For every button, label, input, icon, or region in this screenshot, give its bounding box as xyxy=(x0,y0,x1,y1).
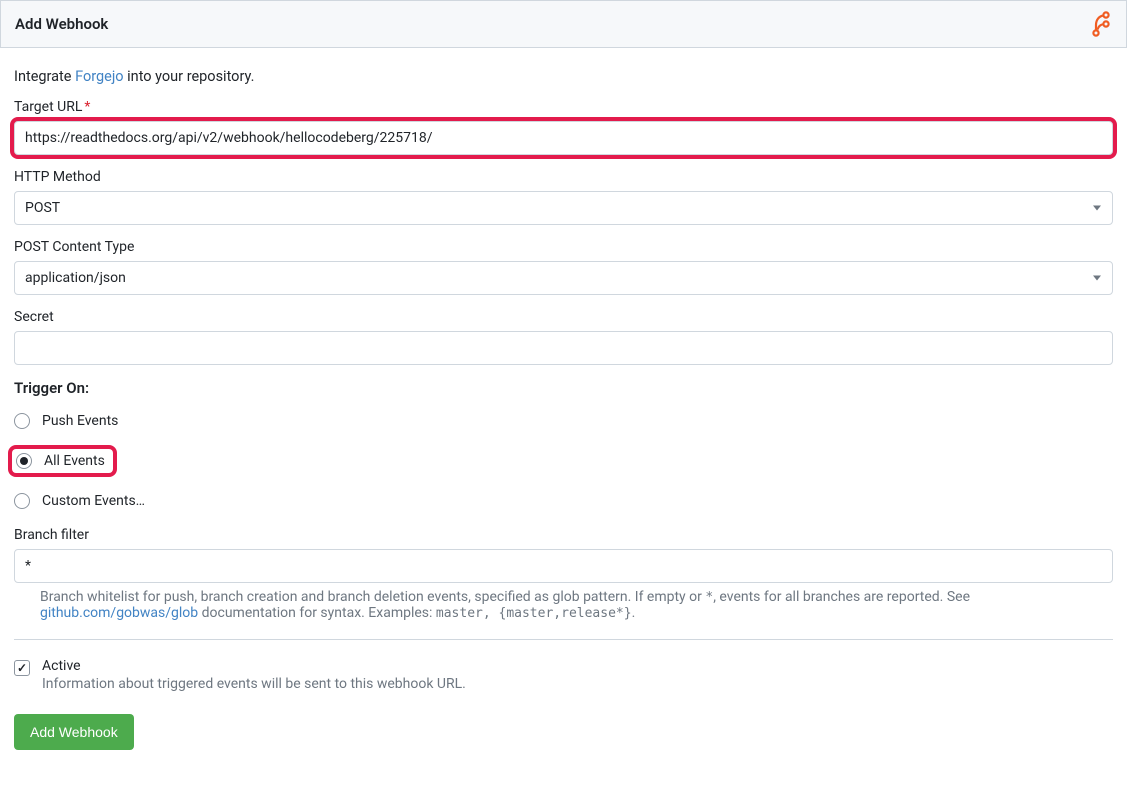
divider xyxy=(14,639,1113,640)
target-url-input[interactable] xyxy=(14,121,1113,155)
content-type-select[interactable]: application/json xyxy=(14,261,1113,295)
forgejo-icon xyxy=(1090,11,1112,37)
branch-filter-help: Branch whitelist for push, branch creati… xyxy=(14,589,1113,621)
form-content: Integrate Forgejo into your repository. … xyxy=(0,48,1127,764)
page-header: Add Webhook xyxy=(0,0,1127,48)
intro-text: Integrate Forgejo into your repository. xyxy=(14,68,1113,85)
radio-push-events[interactable]: Push Events xyxy=(14,409,1113,433)
add-webhook-button[interactable]: Add Webhook xyxy=(14,714,134,750)
glob-link[interactable]: github.com/gobwas/glob xyxy=(40,605,198,621)
radio-icon xyxy=(16,453,32,469)
field-content-type: POST Content Type application/json xyxy=(14,239,1113,295)
label-secret: Secret xyxy=(14,309,1113,325)
radio-label: All Events xyxy=(44,453,105,469)
radio-label: Push Events xyxy=(42,413,118,429)
radio-label: Custom Events… xyxy=(42,493,145,509)
field-target-url: Target URL* xyxy=(14,99,1113,155)
content-type-value: application/json xyxy=(14,261,1113,295)
field-branch-filter: Branch filter Branch whitelist for push,… xyxy=(14,527,1113,621)
active-row: Active Information about triggered event… xyxy=(14,658,1113,692)
http-method-value: POST xyxy=(14,191,1113,225)
radio-custom-events[interactable]: Custom Events… xyxy=(14,489,1113,513)
forgejo-link[interactable]: Forgejo xyxy=(75,68,123,85)
required-star: * xyxy=(84,99,90,115)
active-checkbox[interactable] xyxy=(14,660,30,676)
branch-filter-input[interactable] xyxy=(14,549,1113,583)
field-secret: Secret xyxy=(14,309,1113,365)
label-http-method: HTTP Method xyxy=(14,169,1113,185)
trigger-heading: Trigger On: xyxy=(14,379,1113,397)
active-label: Active xyxy=(42,658,466,674)
radio-all-events[interactable]: All Events xyxy=(12,449,113,473)
radio-icon xyxy=(14,413,30,429)
label-content-type: POST Content Type xyxy=(14,239,1113,255)
radio-icon xyxy=(14,493,30,509)
secret-input[interactable] xyxy=(14,331,1113,365)
label-branch-filter: Branch filter xyxy=(14,527,1113,543)
http-method-select[interactable]: POST xyxy=(14,191,1113,225)
active-desc: Information about triggered events will … xyxy=(42,676,466,692)
label-target-url: Target URL* xyxy=(14,99,1113,115)
page-title: Add Webhook xyxy=(15,15,108,33)
field-http-method: HTTP Method POST xyxy=(14,169,1113,225)
